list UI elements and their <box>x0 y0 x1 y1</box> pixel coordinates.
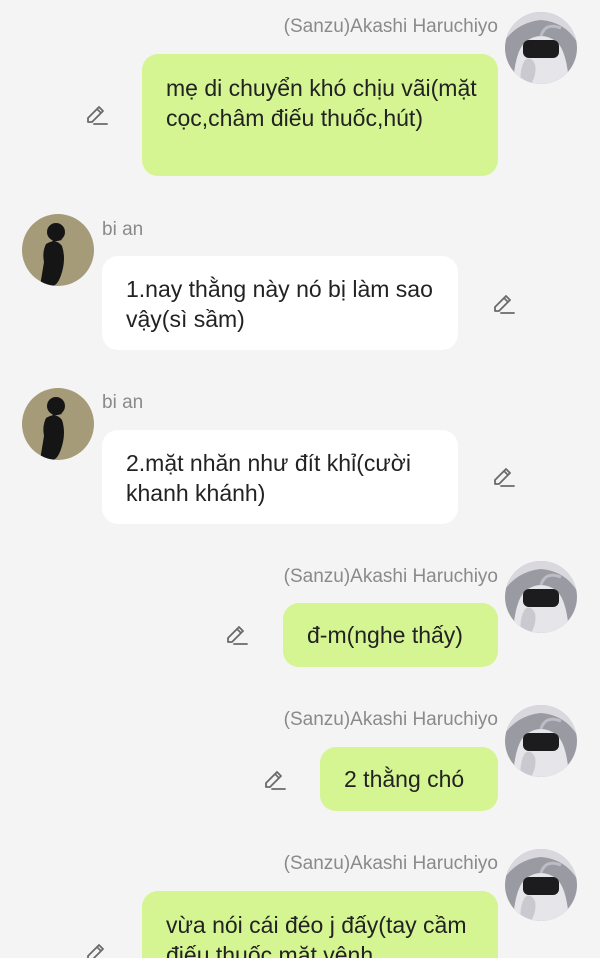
silhouette-avatar-icon <box>22 388 94 460</box>
masked-character-avatar-icon <box>505 561 577 633</box>
bottom-bar <box>0 958 600 972</box>
message-bubble[interactable]: 2 thằng chó <box>320 747 498 811</box>
avatar[interactable] <box>505 705 577 777</box>
pencil-edit-icon[interactable] <box>491 291 517 317</box>
silhouette-avatar-icon <box>22 214 94 286</box>
message-bubble[interactable]: 2.mặt nhăn như đít khỉ(cười khanh khánh) <box>102 430 458 524</box>
avatar[interactable] <box>505 849 577 921</box>
sender-name: bi an <box>102 219 144 240</box>
sender-name: (Sanzu)Akashi Haruchiyo <box>283 853 498 874</box>
masked-character-avatar-icon <box>505 849 577 921</box>
pencil-edit-icon[interactable] <box>224 622 250 648</box>
pencil-edit-icon[interactable] <box>262 767 288 793</box>
avatar[interactable] <box>22 214 94 286</box>
masked-character-avatar-icon <box>505 12 577 84</box>
message-bubble[interactable]: mẹ di chuyển khó chịu vãi(mặt cọc,châm đ… <box>142 54 498 176</box>
avatar[interactable] <box>505 561 577 633</box>
avatar[interactable] <box>22 388 94 460</box>
pencil-edit-icon[interactable] <box>491 464 517 490</box>
pencil-edit-icon[interactable] <box>84 102 110 128</box>
chat-screen: (Sanzu)Akashi Haruchiyo mẹ di chuyển khó… <box>0 0 600 972</box>
sender-name: (Sanzu)Akashi Haruchiyo <box>283 566 498 587</box>
message-bubble[interactable]: đ-m(nghe thấy) <box>283 603 498 667</box>
avatar[interactable] <box>505 12 577 84</box>
sender-name: bi an <box>102 392 144 413</box>
message-bubble[interactable]: 1.nay thằng này nó bị làm sao vậy(sì sầm… <box>102 256 458 350</box>
sender-name: (Sanzu)Akashi Haruchiyo <box>283 709 498 730</box>
sender-name: (Sanzu)Akashi Haruchiyo <box>283 16 498 37</box>
masked-character-avatar-icon <box>505 705 577 777</box>
